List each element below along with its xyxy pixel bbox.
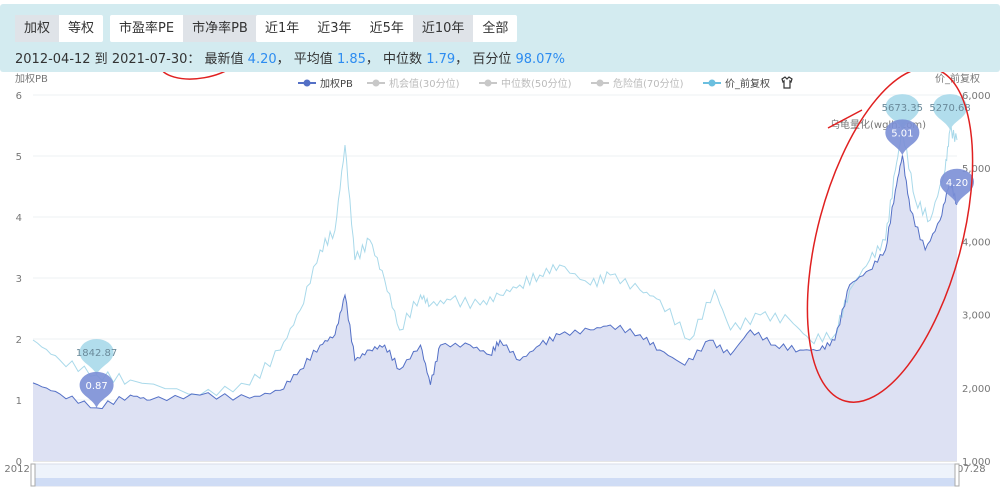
tab-pb[interactable]: 市净率PB bbox=[183, 15, 257, 42]
legend-dot bbox=[372, 79, 380, 87]
percentile-value: 98.07% bbox=[515, 52, 566, 67]
separator: ， bbox=[455, 52, 469, 67]
avg-value: 1.85 bbox=[336, 52, 366, 67]
legend-dot bbox=[708, 79, 716, 87]
median-value: 1.79 bbox=[426, 52, 456, 67]
right-tick-label: 2,000 bbox=[962, 384, 991, 395]
shirt-icon[interactable] bbox=[781, 76, 793, 89]
tab-weighted[interactable]: 加权 bbox=[15, 15, 60, 42]
tab-5y[interactable]: 近5年 bbox=[361, 15, 413, 42]
legend-dot bbox=[303, 79, 311, 87]
pin-label: 4.20 bbox=[946, 178, 968, 189]
avg-label: 平均值 bbox=[293, 52, 333, 67]
legend-item: 加权PB bbox=[320, 77, 353, 90]
percentile-label: 百分位 bbox=[472, 52, 512, 67]
pb-area bbox=[33, 155, 957, 461]
period-tabs: 近1年 近3年 近5年 近10年 全部 bbox=[256, 15, 518, 42]
metric-tabs: 市盈率PE 市净率PB bbox=[110, 15, 257, 42]
legend-item: 中位数(50分位) bbox=[501, 77, 572, 90]
left-tick-label: 5 bbox=[16, 152, 22, 163]
median-label: 中位数 bbox=[383, 52, 423, 67]
right-tick-label: 3,000 bbox=[962, 311, 991, 322]
left-tick-label: 1 bbox=[16, 396, 22, 407]
left-tick-label: 3 bbox=[16, 274, 22, 285]
slider-handle-right[interactable] bbox=[954, 463, 960, 487]
pin-label: 0.87 bbox=[85, 381, 107, 392]
legend-item: 危险值(70分位) bbox=[613, 77, 684, 90]
tab-1y[interactable]: 近1年 bbox=[256, 15, 308, 42]
left-tick-label: 6 bbox=[16, 91, 22, 102]
pb-marker-pin: 5.01 bbox=[885, 119, 920, 156]
latest-label: 最新值 bbox=[204, 52, 244, 67]
separator: ， bbox=[276, 52, 290, 67]
legend-item: 价_前复权 bbox=[725, 77, 770, 90]
tab-equal[interactable]: 等权 bbox=[59, 15, 103, 42]
legend-item: 机会值(30分位) bbox=[389, 77, 460, 90]
legend-dot bbox=[484, 79, 492, 87]
date-range: 2012-04-12 到 2021-07-30： bbox=[15, 52, 201, 67]
left-tick-label: 2 bbox=[16, 335, 22, 346]
latest-value: 4.20 bbox=[247, 52, 277, 67]
left-tick-label: 4 bbox=[16, 213, 22, 224]
tab-3y[interactable]: 近3年 bbox=[308, 15, 360, 42]
slider-handle-left[interactable] bbox=[30, 463, 36, 487]
right-tick-label: 6,000 bbox=[962, 91, 991, 102]
price-marker-pin: 1842.87 bbox=[76, 338, 117, 375]
right-axis-label: 价_前复权 bbox=[935, 72, 980, 85]
pin-label: 5.01 bbox=[891, 128, 913, 139]
legend-dot bbox=[596, 79, 604, 87]
legend: 加权PB 机会值(30分位) 中位数(50分位) 危险值(70分位) 价_前复权 bbox=[298, 77, 770, 90]
pb-chart: 01234561,0002,0003,0004,0005,0006,000201… bbox=[4, 8, 991, 487]
filter-panel: 加权 等权 市盈率PE 市净率PB 近1年 近3年 近5年 近10年 全部 20… bbox=[0, 4, 1000, 72]
separator: ， bbox=[365, 52, 379, 67]
datazoom-slider[interactable] bbox=[30, 463, 960, 487]
stats-line: 2012-04-12 到 2021-07-30： 最新值 4.20， 平均值 1… bbox=[15, 48, 565, 67]
right-tick-label: 4,000 bbox=[962, 237, 991, 248]
pin-label: 5673.35 bbox=[882, 103, 923, 114]
pin-label: 1842.87 bbox=[76, 348, 117, 359]
tab-10y[interactable]: 近10年 bbox=[412, 15, 474, 42]
weight-tabs: 加权 等权 bbox=[15, 15, 104, 42]
tab-all[interactable]: 全部 bbox=[473, 15, 517, 42]
tab-pe[interactable]: 市盈率PE bbox=[110, 15, 183, 42]
left-axis-label: 加权PB bbox=[15, 72, 48, 85]
